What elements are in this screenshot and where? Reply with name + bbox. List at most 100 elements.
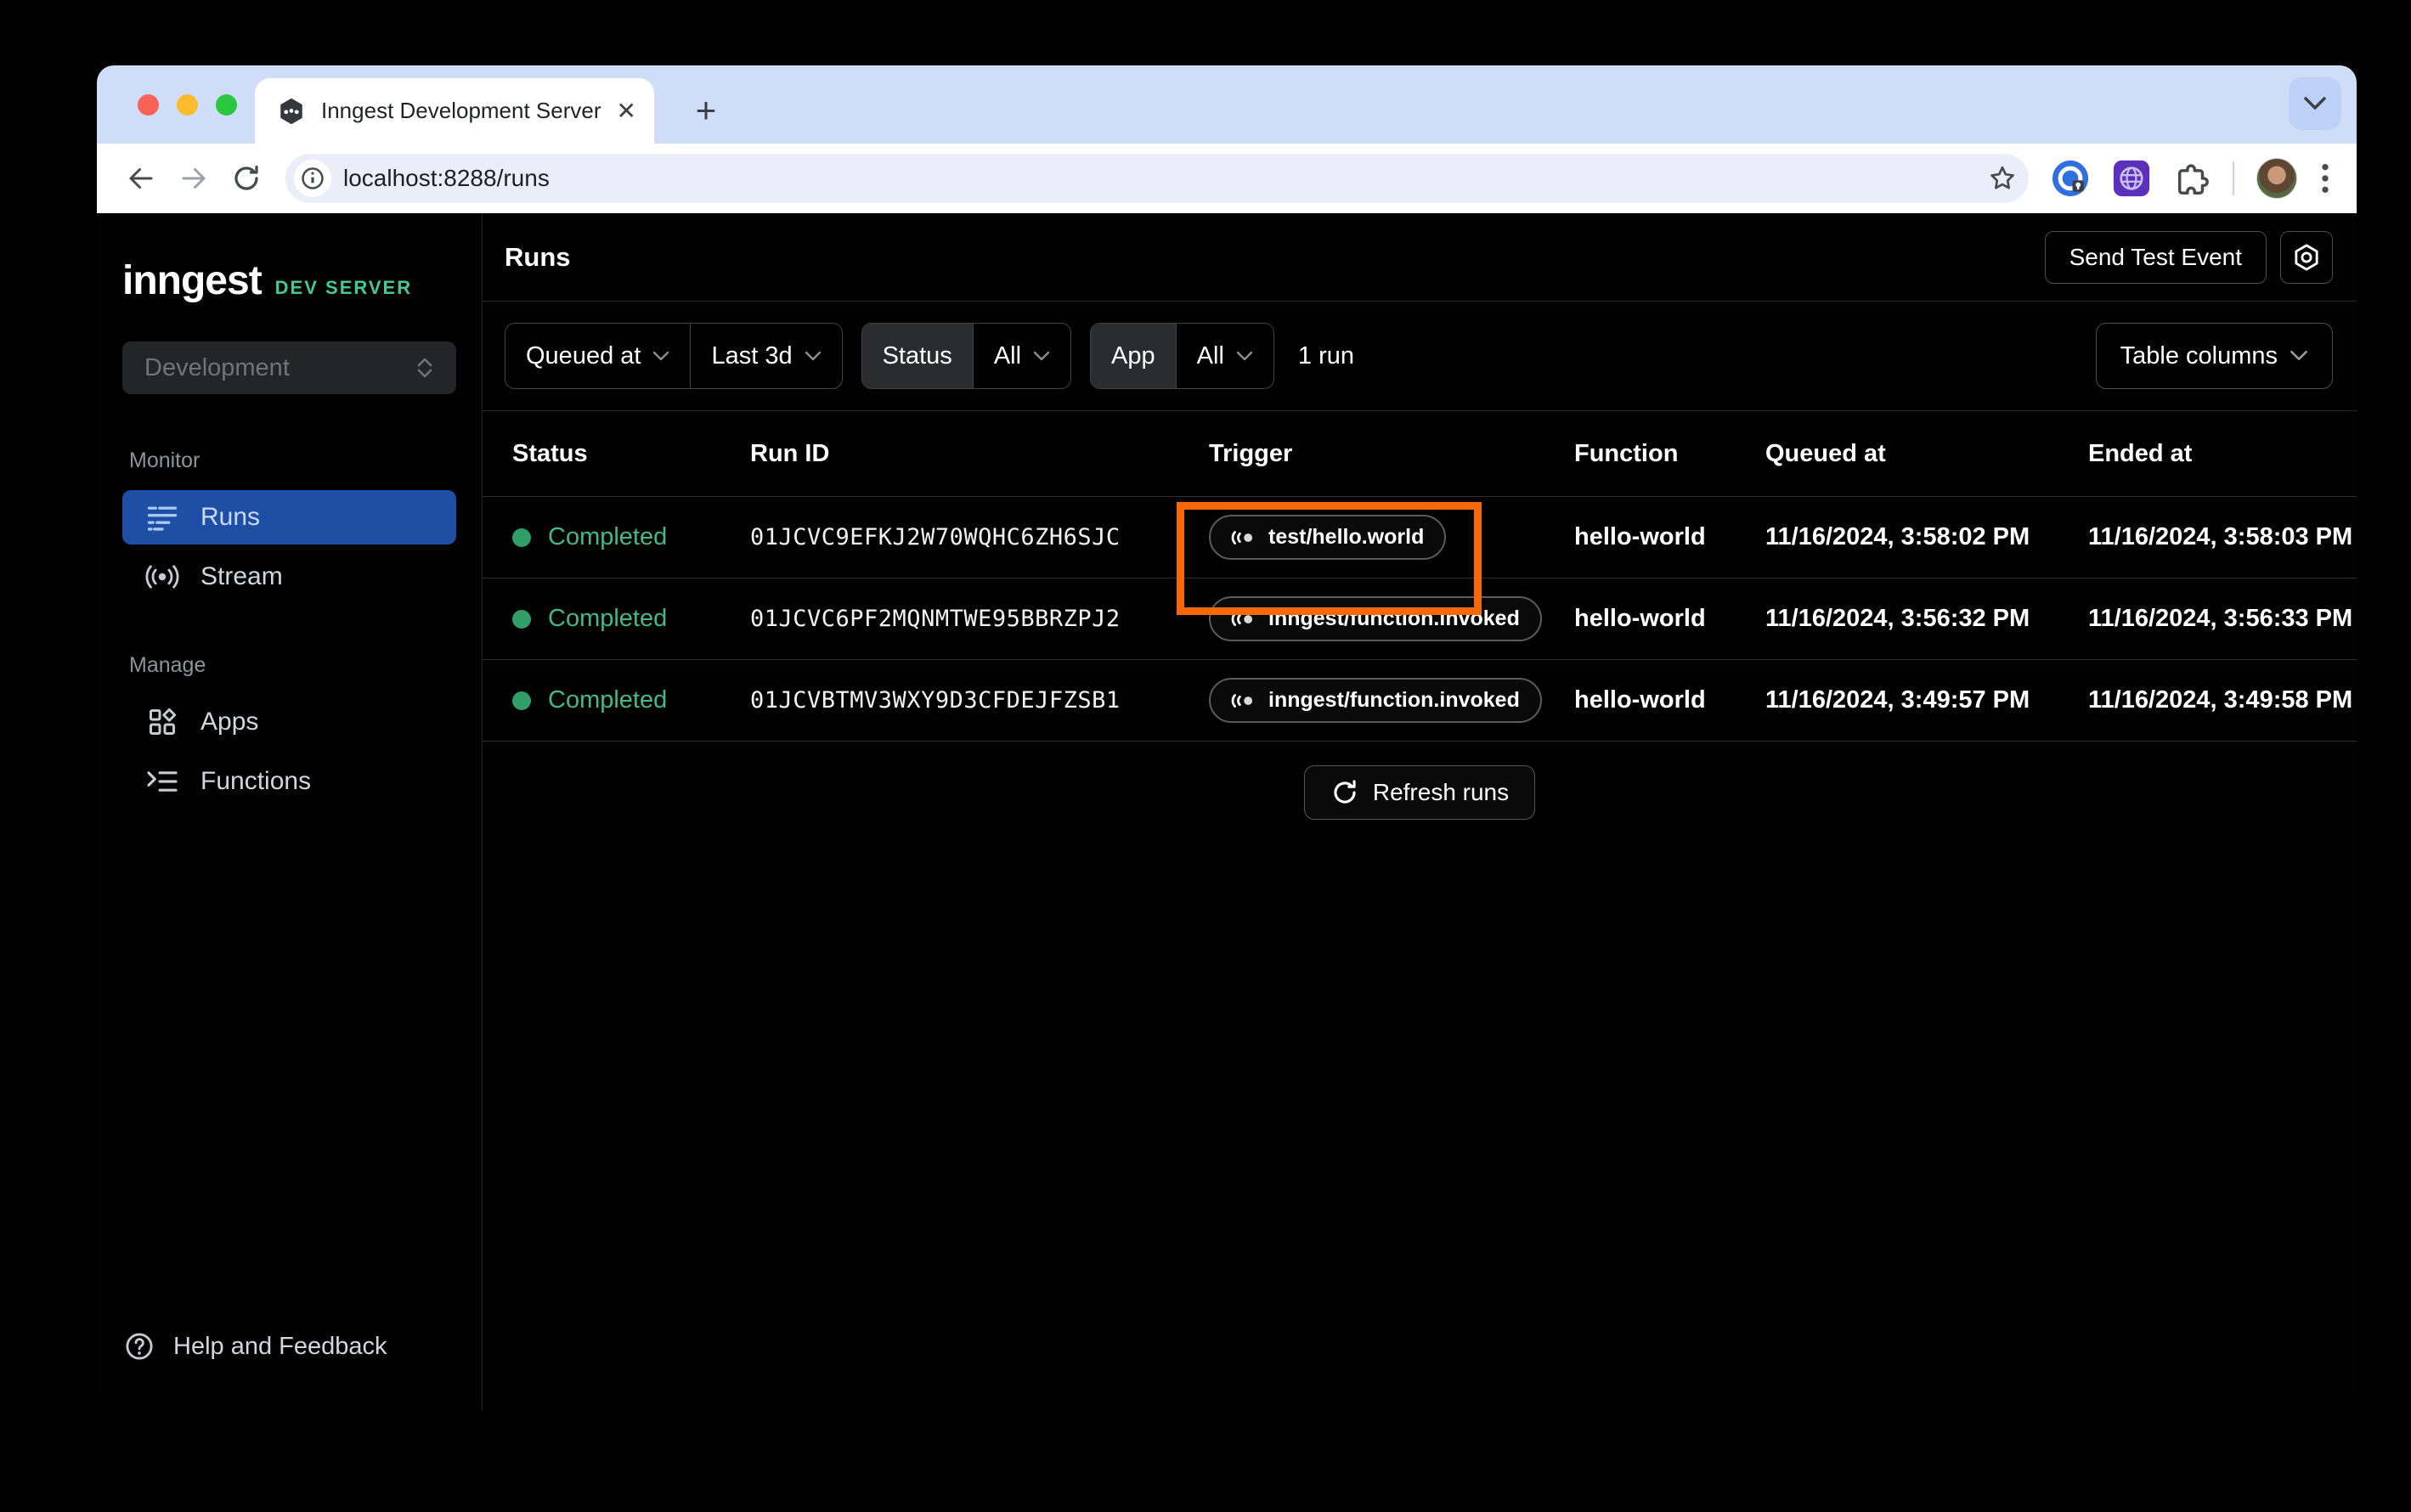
zoom-window-button[interactable] xyxy=(216,94,237,116)
status-filter-dropdown[interactable]: All xyxy=(972,324,1070,388)
browser-window: Inngest Development Server ✕ + localhost… xyxy=(97,65,2357,1411)
status-dot-icon xyxy=(512,528,531,547)
time-field-dropdown[interactable]: Queued at xyxy=(505,324,690,388)
trigger-pill[interactable]: test/hello.world xyxy=(1209,515,1447,560)
forward-icon[interactable] xyxy=(172,156,216,200)
run-id[interactable]: 01JCVBTMV3WXY9D3CFDEJFZSB1 xyxy=(750,687,1209,714)
close-window-button[interactable] xyxy=(138,94,159,116)
trigger-cell: inngest/function.invoked xyxy=(1209,596,1574,641)
trigger-pill[interactable]: inngest/function.invoked xyxy=(1209,678,1542,723)
purple-extension-icon[interactable] xyxy=(2112,159,2151,198)
ended-at: 11/16/2024, 3:56:33 PM xyxy=(2088,605,2353,632)
status-dot-icon xyxy=(512,609,531,629)
inngest-favicon-icon xyxy=(277,97,306,126)
refresh-runs-label: Refresh runs xyxy=(1372,779,1510,805)
url-bar[interactable]: localhost:8288/runs xyxy=(285,154,2029,203)
sidebar-item-label: Stream xyxy=(200,562,283,590)
time-filter[interactable]: Queued at Last 3d xyxy=(505,323,843,389)
event-trigger-icon xyxy=(1231,530,1253,544)
status-filter[interactable]: Status All xyxy=(861,323,1072,389)
event-trigger-icon xyxy=(1231,693,1253,708)
refresh-runs-button[interactable]: Refresh runs xyxy=(1303,765,1536,820)
runs-list-icon xyxy=(144,503,180,532)
apps-icon xyxy=(144,707,180,737)
updown-chevron-icon xyxy=(415,355,434,381)
time-range-value: Last 3d xyxy=(711,341,793,370)
status-cell: Completed xyxy=(512,605,750,633)
column-header: Ended at xyxy=(2088,439,2193,467)
extensions-puzzle-icon[interactable] xyxy=(2173,160,2211,197)
settings-gear-button[interactable] xyxy=(2280,230,2333,284)
runs-table-body: Completed 01JCVC9EFKJ2W70WQHC6ZH6SJC tes… xyxy=(483,497,2357,742)
browser-tab[interactable]: Inngest Development Server ✕ xyxy=(255,78,654,144)
app-filter[interactable]: App All xyxy=(1090,323,1274,389)
sidebar-item-functions[interactable]: Functions xyxy=(122,754,456,809)
table-columns-button[interactable]: Table columns xyxy=(2095,323,2333,389)
function-name[interactable]: hello-world xyxy=(1574,686,1765,714)
column-header: Function xyxy=(1574,439,1679,467)
password-manager-extension-icon[interactable] xyxy=(2051,159,2090,198)
trigger-name: test/hello.world xyxy=(1268,525,1425,549)
new-tab-button[interactable]: + xyxy=(683,87,729,133)
app-filter-label: App xyxy=(1091,324,1176,388)
function-name[interactable]: hello-world xyxy=(1574,605,1765,633)
function-name[interactable]: hello-world xyxy=(1574,523,1765,551)
sidebar-item-label: Runs xyxy=(200,503,261,531)
trigger-cell: test/hello.world xyxy=(1177,502,1574,615)
status-label: Completed xyxy=(548,686,668,714)
status-dot-icon xyxy=(512,691,531,710)
sidebar-section-monitor: Monitor xyxy=(129,449,200,472)
profile-avatar[interactable] xyxy=(2256,158,2297,199)
bookmark-star-icon[interactable] xyxy=(1988,164,2017,193)
sidebar: inngest DEV SERVER Development Monitor R… xyxy=(97,213,483,1411)
event-trigger-icon xyxy=(1231,612,1253,626)
tab-search-chevron-icon[interactable] xyxy=(2289,77,2341,130)
run-id[interactable]: 01JCVC9EFKJ2W70WQHC6ZH6SJC xyxy=(750,524,1209,550)
browser-toolbar: localhost:8288/runs xyxy=(97,144,2357,213)
trigger-name: inngest/function.invoked xyxy=(1268,688,1520,712)
site-info-icon[interactable] xyxy=(294,160,331,197)
sidebar-item-label: Functions xyxy=(200,767,312,795)
app-filter-dropdown[interactable]: All xyxy=(1175,324,1273,388)
column-header: Queued at xyxy=(1765,439,1886,467)
filter-bar: Queued at Last 3d Status All App All 1 r… xyxy=(483,302,2357,411)
browser-menu-kebab-icon[interactable] xyxy=(2319,161,2331,195)
tab-close-icon[interactable]: ✕ xyxy=(617,97,636,125)
page-title: Runs xyxy=(505,241,571,272)
ended-at: 11/16/2024, 3:49:58 PM xyxy=(2088,686,2353,714)
sidebar-item-apps[interactable]: Apps xyxy=(122,695,456,749)
table-row[interactable]: Completed 01JCVC6PF2MQNMTWE95BBRZPJ2 inn… xyxy=(483,578,2357,660)
reload-icon[interactable] xyxy=(224,156,268,200)
table-row[interactable]: Completed 01JCVC9EFKJ2W70WQHC6ZH6SJC tes… xyxy=(483,497,2357,615)
time-range-dropdown[interactable]: Last 3d xyxy=(690,324,841,388)
app-filter-value: All xyxy=(1196,341,1224,370)
toolbar-extensions xyxy=(2051,158,2335,199)
status-cell: Completed xyxy=(512,686,750,714)
workspace-select[interactable]: Development xyxy=(122,341,456,394)
send-test-event-button[interactable]: Send Test Event xyxy=(2044,230,2267,284)
tab-strip: Inngest Development Server ✕ + xyxy=(97,65,2357,144)
time-field-label: Queued at xyxy=(526,341,641,370)
run-id[interactable]: 01JCVC6PF2MQNMTWE95BBRZPJ2 xyxy=(750,606,1209,632)
minimize-window-button[interactable] xyxy=(177,94,198,116)
back-icon[interactable] xyxy=(119,156,163,200)
sidebar-item-stream[interactable]: Stream xyxy=(122,550,456,604)
workspace-select-value: Development xyxy=(144,353,290,381)
help-icon xyxy=(124,1331,155,1362)
stream-icon xyxy=(144,562,180,591)
url-text[interactable]: localhost:8288/runs xyxy=(343,165,1976,192)
trigger-pill[interactable]: inngest/function.invoked xyxy=(1209,596,1542,641)
table-columns-label: Table columns xyxy=(2120,341,2278,370)
main-header: Runs Send Test Event xyxy=(483,213,2357,302)
traffic-lights xyxy=(138,94,237,116)
dev-server-badge: DEV SERVER xyxy=(274,277,413,298)
help-and-feedback[interactable]: Help and Feedback xyxy=(122,1331,456,1362)
ended-at: 11/16/2024, 3:58:03 PM xyxy=(2088,523,2353,550)
table-row[interactable]: Completed 01JCVBTMV3WXY9D3CFDEJFZSB1 inn… xyxy=(483,660,2357,742)
status-filter-value: All xyxy=(993,341,1022,370)
runs-table-header: Status Run ID Trigger Function Queued at Ende… xyxy=(483,411,2357,497)
trigger-cell: inngest/function.invoked xyxy=(1209,678,1574,723)
sidebar-item-runs[interactable]: Runs xyxy=(122,490,456,544)
help-label: Help and Feedback xyxy=(173,1332,387,1360)
tab-title: Inngest Development Server xyxy=(321,98,601,123)
